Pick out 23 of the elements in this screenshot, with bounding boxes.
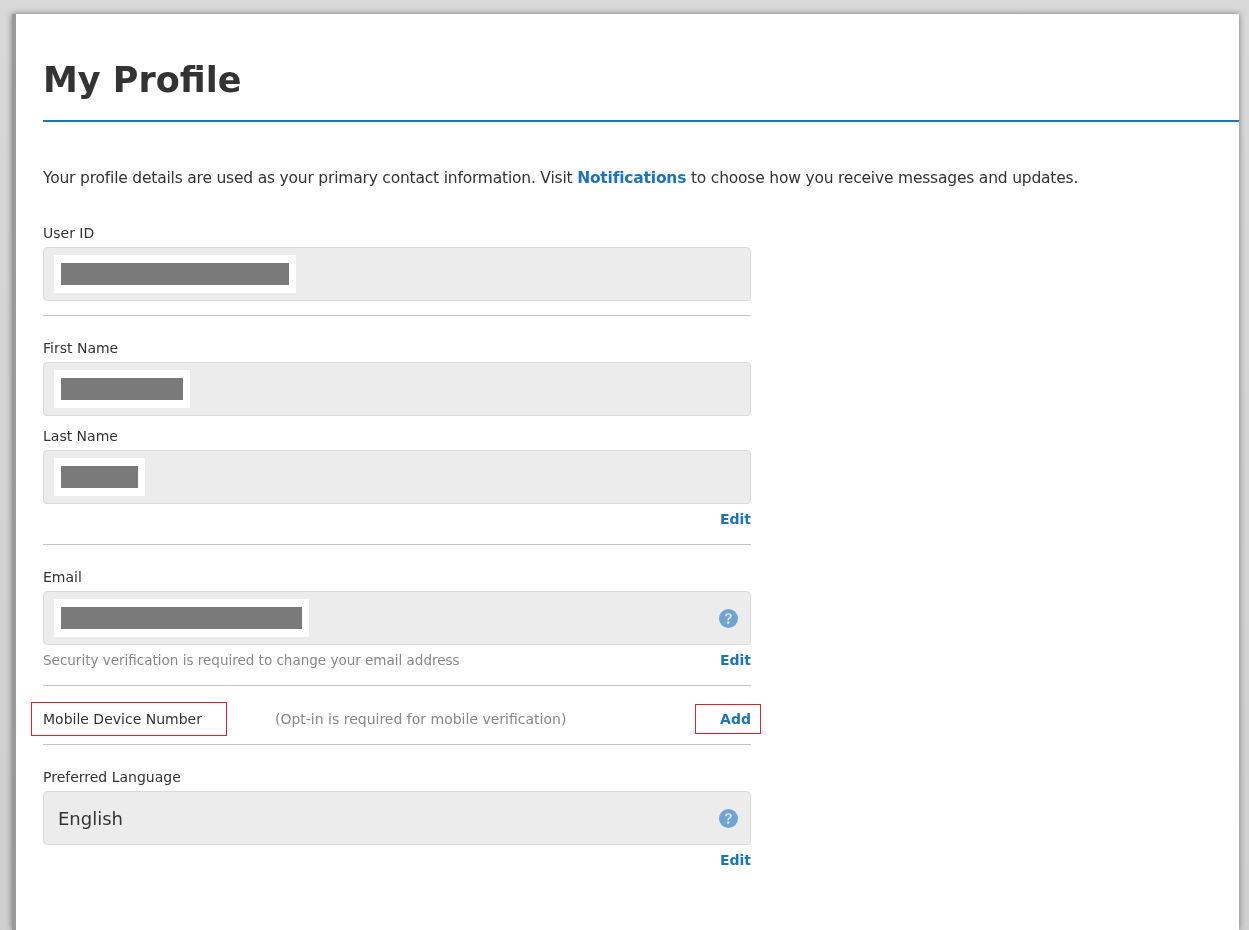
page-title: My Profile [43,59,242,102]
help-icon[interactable] [719,808,738,828]
field-label: Last Name [43,428,118,444]
input-field[interactable] [43,591,751,645]
field-label: User ID [43,225,95,241]
action-link[interactable]: Edit [694,845,761,875]
notifications-link[interactable]: Notifications [577,169,687,187]
field-note: Security verification is required to change your email address [43,652,460,668]
help-icon[interactable] [719,608,738,628]
action-link[interactable]: Edit [694,645,761,675]
field-label: Mobile Device Number [31,702,227,736]
field-value: English [57,807,123,829]
input-field[interactable]: English [43,791,751,845]
field-label: Preferred Language [43,769,181,785]
field-label: First Name [43,340,119,356]
input-field[interactable] [43,247,751,301]
field-note: (Opt-in is required for mobile verification) [274,711,567,727]
field-label: Email [43,569,82,585]
action-link[interactable]: Add [695,704,761,734]
intro-text: Your profile details are used as your primary contact information. Visit Notifications to choose how you receive messages and updates. [43,169,1079,187]
action-link[interactable]: Edit [694,504,761,534]
input-field[interactable] [43,362,751,416]
input-field[interactable] [43,450,751,504]
